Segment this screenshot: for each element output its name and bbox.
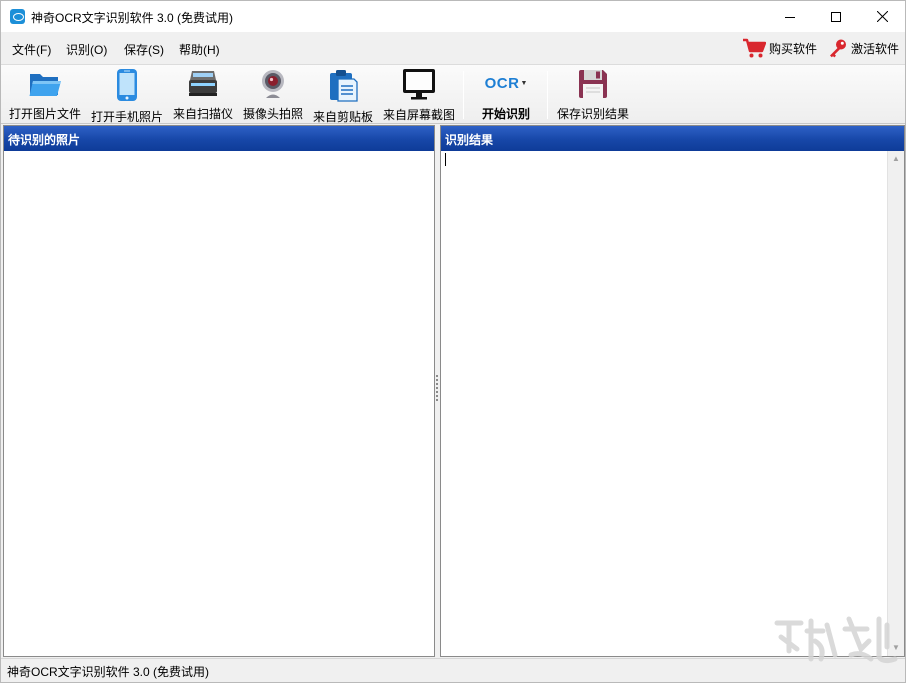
webcam-icon xyxy=(262,70,284,98)
save-recognition-result-label: 保存识别结果 xyxy=(556,107,629,121)
activate-software-button[interactable]: 激活软件 xyxy=(828,37,899,59)
vertical-scrollbar[interactable]: ▲ ▼ xyxy=(887,151,904,656)
title-bar[interactable]: 神奇OCR文字识别软件 3.0 (免费试用) xyxy=(1,1,905,32)
shopping-cart-icon xyxy=(743,38,766,58)
toolbar-separator xyxy=(463,71,464,119)
webcam-photo-label: 摄像头拍照 xyxy=(242,107,303,121)
toolbar-separator xyxy=(547,71,548,119)
open-image-file-label: 打开图片文件 xyxy=(8,107,81,121)
open-phone-photo-label: 打开手机照片 xyxy=(90,110,163,124)
app-logo-icon xyxy=(10,9,25,24)
minimize-icon xyxy=(785,16,795,18)
folder-icon xyxy=(29,74,61,96)
splitter-grip-icon[interactable] xyxy=(436,375,438,401)
from-clipboard-button[interactable]: 来自剪贴板 xyxy=(312,68,374,124)
menu-recognize[interactable]: 识别(O) xyxy=(66,41,107,58)
menu-help[interactable]: 帮助(H) xyxy=(179,41,220,58)
from-screenshot-label: 来自屏幕截图 xyxy=(382,108,455,122)
recognition-result-panel: 识别结果 ▲ ▼ xyxy=(440,125,905,657)
window-title: 神奇OCR文字识别软件 3.0 (免费试用) xyxy=(31,11,234,25)
maximize-icon xyxy=(831,11,841,22)
monitor-icon xyxy=(403,69,435,100)
ocr-icon-text: OCR xyxy=(484,75,520,92)
status-text: 神奇OCR文字识别软件 3.0 (免费试用) xyxy=(7,665,210,679)
webcam-photo-button[interactable]: 摄像头拍照 xyxy=(242,68,304,122)
maximize-button[interactable] xyxy=(813,1,859,32)
start-recognition-button[interactable]: OCR ▼ 开始识别 xyxy=(476,68,536,122)
menu-bar: 文件(F) 识别(O) 保存(S) 帮助(H) 购买软件 激活软件 xyxy=(1,32,905,64)
start-recognition-label: 开始识别 xyxy=(481,107,530,121)
from-scanner-label: 来自扫描仪 xyxy=(172,107,233,121)
clipboard-icon xyxy=(330,70,358,102)
buy-software-button[interactable]: 购买软件 xyxy=(742,37,817,59)
open-phone-photo-button[interactable]: 打开手机照片 xyxy=(90,68,164,124)
status-bar: 神奇OCR文字识别软件 3.0 (免费试用) xyxy=(1,658,905,682)
from-clipboard-label: 来自剪贴板 xyxy=(312,110,373,124)
floppy-disk-icon xyxy=(579,70,607,98)
minimize-button[interactable] xyxy=(767,1,813,32)
buy-software-label: 购买软件 xyxy=(769,41,818,56)
scroll-down-arrow-icon[interactable]: ▼ xyxy=(892,643,900,652)
app-window: 神奇OCR文字识别软件 3.0 (免费试用) 文件(F) 识别(O) 保存(S)… xyxy=(0,0,906,683)
result-panel-title: 识别结果 xyxy=(441,126,904,151)
activate-software-label: 激活软件 xyxy=(851,41,900,56)
close-button[interactable] xyxy=(859,1,905,32)
dropdown-arrow-icon: ▼ xyxy=(520,80,528,87)
image-to-recognize-panel[interactable]: 待识别的照片 xyxy=(3,125,435,657)
from-screenshot-button[interactable]: 来自屏幕截图 xyxy=(382,68,456,122)
key-icon xyxy=(830,39,846,58)
scanner-icon xyxy=(189,71,217,96)
image-panel-title: 待识别的照片 xyxy=(4,126,434,151)
phone-icon xyxy=(117,69,137,101)
menu-file[interactable]: 文件(F) xyxy=(12,41,51,58)
text-caret xyxy=(445,153,446,166)
save-recognition-result-button[interactable]: 保存识别结果 xyxy=(556,68,630,122)
ocr-icon: OCR ▼ xyxy=(484,68,528,99)
result-text-area[interactable] xyxy=(441,151,888,656)
close-icon xyxy=(876,11,888,22)
scroll-up-arrow-icon[interactable]: ▲ xyxy=(892,154,900,163)
menu-save[interactable]: 保存(S) xyxy=(124,41,164,58)
open-image-file-button[interactable]: 打开图片文件 xyxy=(8,68,82,122)
from-scanner-button[interactable]: 来自扫描仪 xyxy=(172,68,234,122)
toolbar: 打开图片文件 打开手机照片 来自扫描仪 摄像头拍照 来自剪贴板 来自屏幕截图 O… xyxy=(1,64,905,124)
